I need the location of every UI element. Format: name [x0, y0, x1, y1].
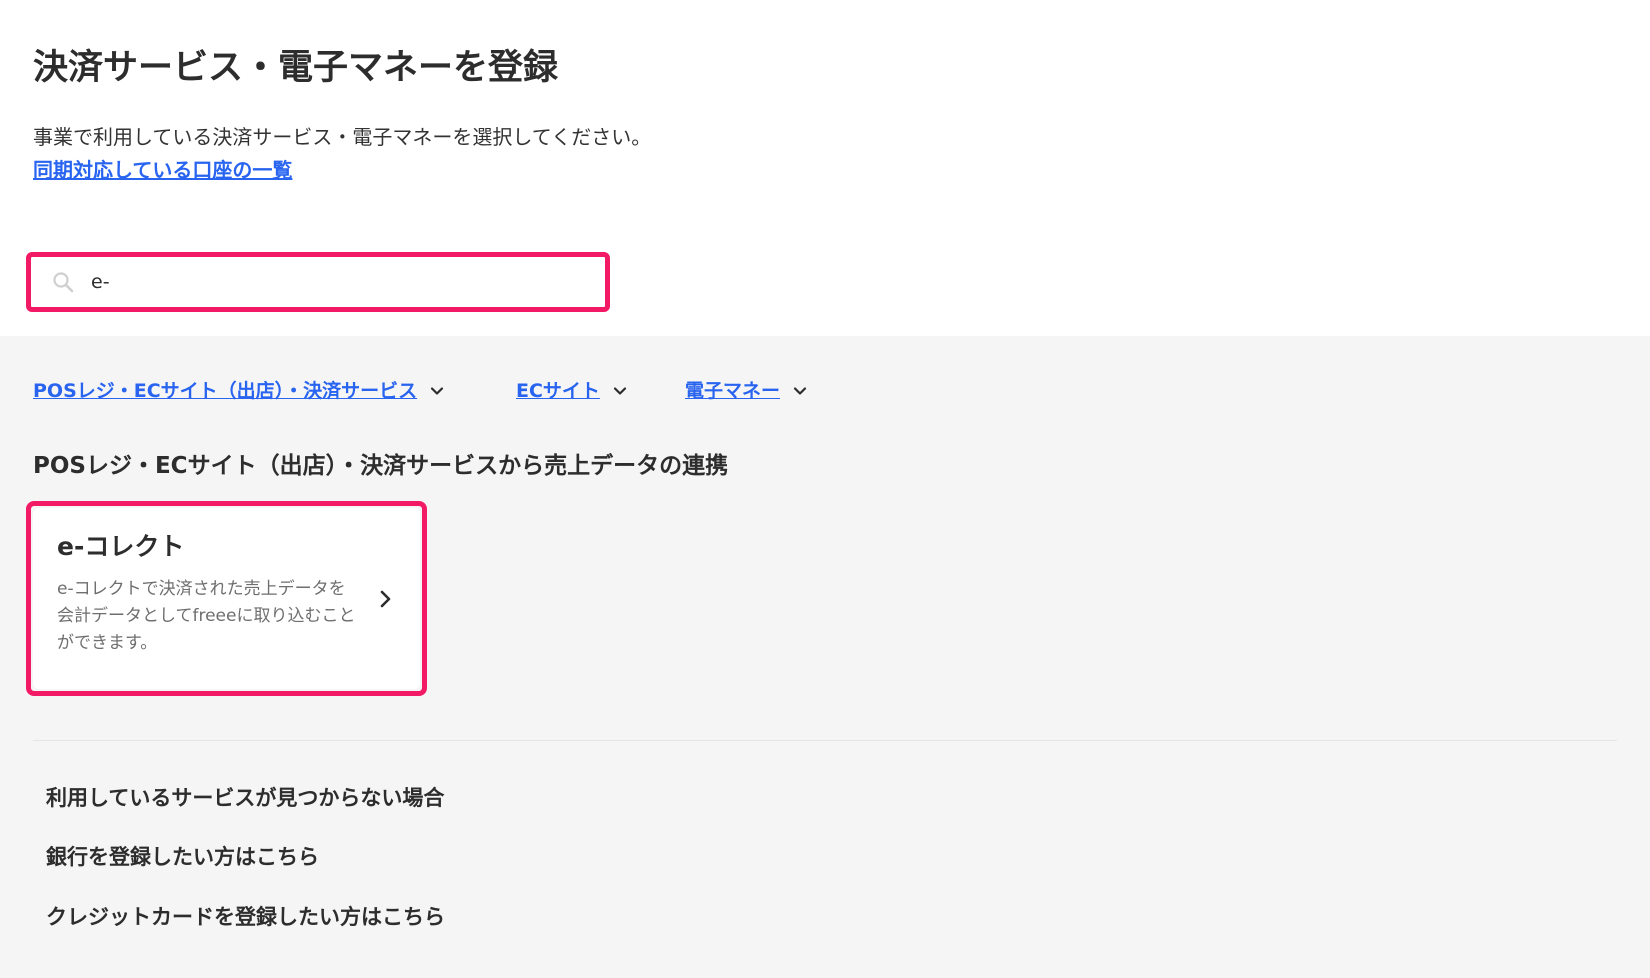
- service-not-found-link[interactable]: 利用しているサービスが見つからない場合: [46, 782, 444, 814]
- tab-label: POSレジ・ECサイト（出店）・決済サービス: [33, 380, 418, 402]
- register-bank-link[interactable]: 銀行を登録したい方はこちら: [46, 841, 319, 873]
- tab-e-money[interactable]: 電子マネー: [685, 376, 808, 406]
- page-title: 決済サービス・電子マネーを登録: [33, 48, 559, 88]
- chevron-down-icon: [431, 387, 444, 395]
- service-card-title: e-コレクト: [57, 532, 185, 561]
- tab-label: 電子マネー: [685, 380, 781, 402]
- section-title: POSレジ・ECサイト（出店）・決済サービスから売上データの連携: [33, 453, 729, 479]
- search-icon: [53, 272, 74, 293]
- results-panel: POSレジ・ECサイト（出店）・決済サービス ECサイト 電子マネー POSレジ…: [0, 336, 1650, 978]
- divider: [33, 740, 1617, 741]
- tab-pos-ec-payment[interactable]: POSレジ・ECサイト（出店）・決済サービス: [33, 376, 445, 406]
- tab-ec-site[interactable]: ECサイト: [516, 376, 628, 406]
- chevron-right-icon: [380, 590, 391, 608]
- header-section: 決済サービス・電子マネーを登録 事業で利用している決済サービス・電子マネーを選択…: [0, 0, 1650, 336]
- service-card-e-collect[interactable]: e-コレクト e-コレクトで決済された売上データを会計データとしてfreeeに取…: [33, 508, 420, 689]
- chevron-down-icon: [793, 387, 807, 395]
- sync-accounts-link[interactable]: 同期対応している口座の一覧: [33, 155, 292, 185]
- search-box[interactable]: [33, 259, 603, 305]
- chevron-down-icon: [613, 387, 627, 395]
- tab-label: ECサイト: [516, 380, 600, 402]
- page-description: 事業で利用している決済サービス・電子マネーを選択してください。: [33, 125, 652, 149]
- search-input[interactable]: [91, 265, 591, 299]
- register-credit-card-link[interactable]: クレジットカードを登録したい方はこちら: [46, 901, 445, 933]
- service-card-description: e-コレクトで決済された売上データを会計データとしてfreeeに取り込むことがで…: [57, 579, 356, 653]
